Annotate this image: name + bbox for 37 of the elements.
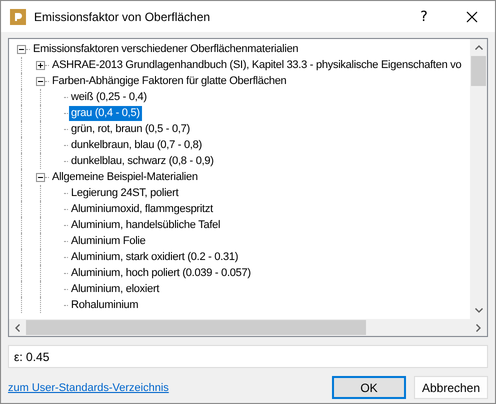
tree-item[interactable]: Aluminiumoxid, flammgespritzt [69,202,215,216]
tree-item[interactable]: Aluminium Folie [69,234,148,248]
vertical-scrollbar[interactable] [470,39,487,319]
scroll-down-icon [474,308,482,313]
tree-item[interactable]: Legierung 24ST, poliert [69,186,180,200]
horizontal-scrollbar[interactable] [9,319,487,336]
tree-item[interactable]: grau (0,4 - 0,5) [69,106,142,120]
tree-item[interactable]: dunkelbraun, blau (0,7 - 0,8) [69,138,204,152]
scroll-thumb[interactable] [471,56,486,86]
window-title: Emissionsfaktor von Oberflächen [34,10,212,24]
tree-item[interactable]: ASHRAE-2013 Grundlagenhandbuch (SI), Kapitel 33.3 - physikalische Eigenschaften vo [50,58,464,72]
dialog-button[interactable]: Abbrechen [414,376,488,399]
expand-icon[interactable] [36,60,45,70]
value-field[interactable]: ε: 0.45 [8,345,488,368]
scroll-up-icon [474,45,482,50]
scroll-thumb[interactable] [26,320,366,335]
collapse-icon[interactable] [36,172,45,182]
collapse-icon[interactable] [17,44,26,54]
scroll-right-icon [476,324,481,332]
tree-item[interactable]: Allgemeine Beispiel-Materialien [50,170,200,184]
tree-item[interactable]: dunkelblau, schwarz (0,8 - 0,9) [69,154,216,168]
tree-item[interactable]: Farben-Abhängige Faktoren für glatte Oberflächen [50,74,288,88]
tree-item[interactable]: Emissionsfaktoren verschiedener Oberflächenmaterialien [31,42,300,56]
help-button[interactable]: ? [401,1,447,32]
tree-item[interactable]: grün, rot, braun (0,5 - 0,7) [69,122,192,136]
close-icon [466,10,478,22]
dialog-button[interactable]: OK [332,376,406,399]
tree-item[interactable]: Aluminium, eloxiert [69,282,162,296]
tree-item[interactable]: weiß (0,25 - 0,4) [69,90,149,104]
tree-item[interactable]: Rohaluminium [69,298,140,312]
user-standards-link[interactable]: zum User-Standards-Verzeichnis [8,382,324,394]
tree-item[interactable]: Aluminium, hoch poliert (0.039 - 0.057) [69,266,253,280]
app-icon [10,8,26,24]
collapse-icon[interactable] [36,76,45,86]
tree-item[interactable]: Aluminium, stark oxidiert (0.2 - 0.31) [69,250,240,264]
tree-item[interactable]: Aluminium, handelsübliche Tafel [69,218,222,232]
scroll-left-icon [15,324,20,332]
